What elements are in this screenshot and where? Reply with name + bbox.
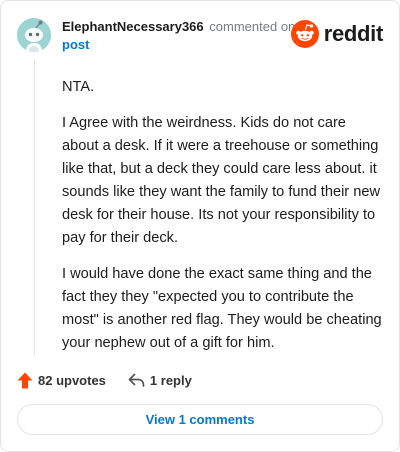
reddit-snoo-icon — [290, 20, 319, 48]
comment-paragraph: I would have done the exact same thing a… — [62, 266, 382, 351]
comment-body: NTA. I Agree with the weirdness. Kids do… — [62, 76, 382, 368]
reddit-wordmark: reddit — [323, 21, 384, 46]
comment-paragraph: I Agree with the weirdness. Kids do not … — [62, 115, 380, 246]
post-link[interactable]: post — [62, 36, 295, 53]
commented-on-text: commented on — [209, 19, 296, 34]
reddit-brand[interactable]: reddit — [290, 20, 384, 48]
avatar[interactable] — [17, 18, 51, 52]
thread-line — [34, 59, 35, 355]
username[interactable]: ElephantNecessary366 — [62, 19, 204, 34]
view-comments-label: View 1 comments — [145, 412, 255, 427]
comment-actions: 82 upvotes 1 reply — [17, 369, 192, 391]
reply-button[interactable]: 1 reply — [128, 373, 192, 388]
upvote-count: 82 upvotes — [38, 372, 106, 388]
upvote-arrow-icon — [17, 372, 33, 388]
view-comments-button[interactable]: View 1 comments — [17, 404, 383, 435]
comment-header: ElephantNecessary366 commented on post r… — [17, 16, 383, 52]
reply-arrow-icon — [128, 373, 145, 387]
upvote-button[interactable]: 82 upvotes — [17, 372, 106, 389]
snoo-avatar-icon — [17, 18, 51, 52]
reply-count: 1 reply — [149, 372, 192, 388]
comment-card: ElephantNecessary366 commented on post r… — [0, 0, 400, 452]
comment-meta: ElephantNecessary366 commented on post — [62, 18, 295, 53]
comment-paragraph: NTA. — [62, 79, 95, 95]
